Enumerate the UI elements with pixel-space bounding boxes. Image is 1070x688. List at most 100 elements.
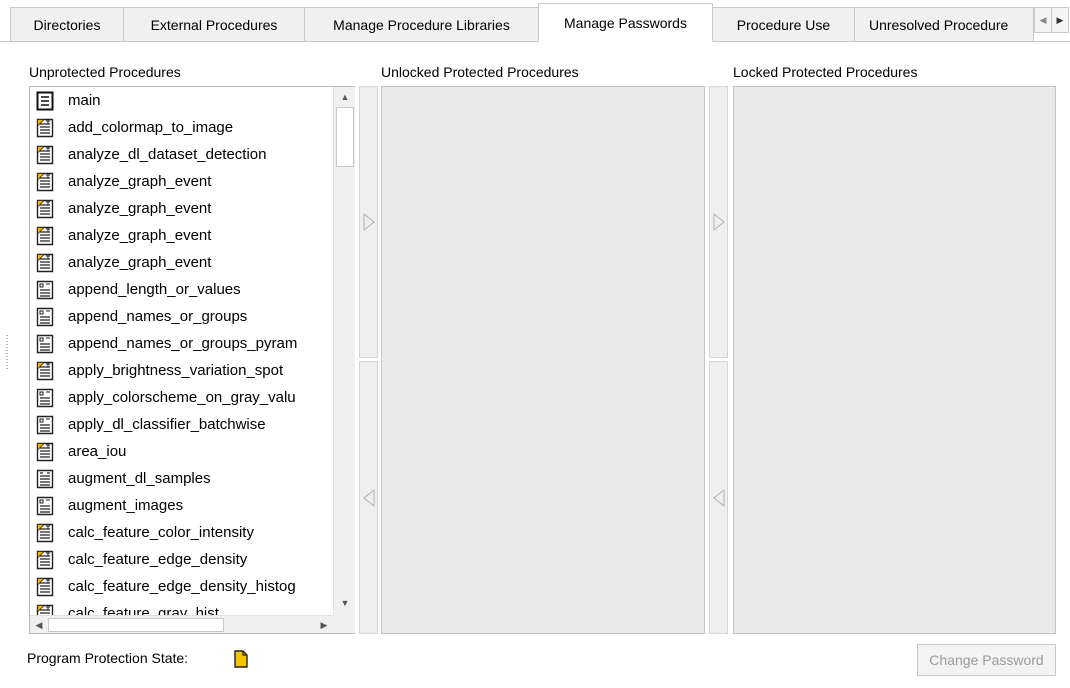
horizontal-scroll-thumb[interactable] bbox=[48, 618, 224, 632]
local-procedure-icon bbox=[36, 145, 68, 165]
tab-procedure-use[interactable]: Procedure Use bbox=[712, 7, 855, 42]
procedure-name: analyze_graph_event bbox=[68, 200, 212, 217]
procedure-name: analyze_graph_event bbox=[68, 227, 212, 244]
tab-manage-passwords[interactable]: Manage Passwords bbox=[538, 3, 713, 42]
tab-label: Directories bbox=[33, 17, 101, 33]
unlocked-protected-procedures-title: Unlocked Protected Procedures bbox=[381, 64, 579, 80]
tab-label: Manage Procedure Libraries bbox=[333, 17, 510, 33]
tab-label: Procedure Use bbox=[736, 17, 831, 33]
procedure-list-item[interactable]: apply_colorscheme_on_gray_valu bbox=[30, 384, 357, 411]
procedure-list-item[interactable]: append_length_or_values bbox=[30, 276, 357, 303]
procedure-name: calc_feature_edge_density bbox=[68, 551, 248, 568]
scroll-up-button[interactable]: ▲ bbox=[334, 87, 356, 107]
procedure-name: calc_feature_color_intensity bbox=[68, 524, 254, 541]
procedure-list-item[interactable]: analyze_graph_event bbox=[30, 222, 357, 249]
procedure-list-viewport: main add_colormap_to_image analyze_dl_data… bbox=[30, 87, 357, 615]
local-procedure-icon bbox=[36, 118, 68, 138]
arrow-left-icon: ◀ bbox=[35, 619, 43, 630]
procedure-name: analyze_dl_dataset_detection bbox=[68, 146, 267, 163]
tab-label: External Procedures bbox=[150, 17, 278, 33]
unprotected-procedures-title: Unprotected Procedures bbox=[29, 64, 181, 80]
external-procedure-icon bbox=[36, 307, 68, 327]
procedure-name: main bbox=[68, 92, 101, 109]
local-procedure-icon bbox=[36, 550, 68, 570]
chevron-left-icon: ◀ bbox=[1039, 14, 1047, 25]
procedure-list-item[interactable]: apply_dl_classifier_batchwise bbox=[30, 411, 357, 438]
external-procedure-icon bbox=[36, 496, 68, 516]
procedure-list-item[interactable]: augment_images bbox=[30, 492, 357, 519]
unprotected-procedures-list[interactable]: main add_colormap_to_image analyze_dl_data… bbox=[29, 86, 355, 634]
procedure-name: area_iou bbox=[68, 443, 127, 460]
procedure-list-item[interactable]: main bbox=[30, 87, 357, 114]
triangle-right-icon bbox=[363, 212, 375, 232]
arrow-right-icon: ▶ bbox=[320, 619, 328, 630]
tab-scroll-left-button[interactable]: ◀ bbox=[1034, 7, 1052, 33]
procedure-list-item[interactable]: calc_feature_gray_hist bbox=[30, 600, 357, 615]
procedure-name: append_names_or_groups_pyram bbox=[68, 335, 298, 352]
change-password-button[interactable]: Change Password bbox=[917, 644, 1056, 676]
library-procedure-icon bbox=[36, 469, 68, 489]
tab-unresolved-procedure[interactable]: Unresolved Procedure bbox=[854, 7, 1034, 42]
procedure-name: apply_colorscheme_on_gray_valu bbox=[68, 389, 296, 406]
external-procedure-icon bbox=[36, 415, 68, 435]
local-procedure-icon bbox=[36, 226, 68, 246]
procedure-name: apply_dl_classifier_batchwise bbox=[68, 416, 266, 433]
tab-manage-procedure-libraries[interactable]: Manage Procedure Libraries bbox=[304, 7, 539, 42]
program-icon bbox=[36, 91, 68, 111]
scroll-down-button[interactable]: ▼ bbox=[334, 593, 356, 613]
external-procedure-icon bbox=[36, 334, 68, 354]
procedure-list-item[interactable]: analyze_graph_event bbox=[30, 168, 357, 195]
locked-protected-procedures-list[interactable] bbox=[733, 86, 1056, 634]
scroll-right-button[interactable]: ▶ bbox=[315, 616, 333, 634]
procedure-list-item[interactable]: analyze_dl_dataset_detection bbox=[30, 141, 357, 168]
procedure-list-item[interactable]: area_iou bbox=[30, 438, 357, 465]
procedure-name: add_colormap_to_image bbox=[68, 119, 234, 136]
lock-move-right-button[interactable] bbox=[709, 86, 728, 358]
procedure-list-item[interactable]: augment_dl_samples bbox=[30, 465, 357, 492]
tab-bar: Directories External Procedures Manage P… bbox=[0, 0, 1070, 42]
triangle-left-icon bbox=[712, 488, 724, 507]
vertical-scrollbar[interactable]: ▲ ▼ bbox=[333, 87, 355, 615]
local-procedure-icon bbox=[36, 604, 68, 615]
vertical-scroll-thumb[interactable] bbox=[336, 107, 354, 167]
program-protection-state-label: Program Protection State: bbox=[27, 650, 189, 666]
local-procedure-icon bbox=[36, 442, 68, 462]
local-procedure-icon bbox=[36, 523, 68, 543]
unlocked-protected-procedures-list[interactable] bbox=[381, 86, 705, 634]
tab-directories[interactable]: Directories bbox=[10, 7, 124, 42]
tab-external-procedures[interactable]: External Procedures bbox=[123, 7, 305, 42]
scroll-corner bbox=[333, 615, 355, 633]
unlock-move-left-button[interactable] bbox=[709, 361, 728, 634]
chevron-right-icon: ▶ bbox=[1056, 14, 1064, 25]
horizontal-scrollbar[interactable]: ◀ ▶ bbox=[30, 615, 333, 633]
procedure-name: append_names_or_groups bbox=[68, 308, 248, 325]
arrow-down-icon: ▼ bbox=[340, 598, 350, 608]
procedure-list-item[interactable]: calc_feature_edge_density_histog bbox=[30, 573, 357, 600]
procedure-name: augment_images bbox=[68, 497, 184, 514]
document-icon bbox=[234, 650, 248, 668]
protect-move-right-button[interactable] bbox=[359, 86, 378, 358]
tab-bar-divider bbox=[0, 41, 1070, 42]
procedure-list-item[interactable]: analyze_graph_event bbox=[30, 249, 357, 276]
procedure-name: analyze_graph_event bbox=[68, 254, 212, 271]
procedure-list-item[interactable]: add_colormap_to_image bbox=[30, 114, 357, 141]
procedure-list-item[interactable]: append_names_or_groups bbox=[30, 303, 357, 330]
tab-label: Unresolved Procedure bbox=[869, 17, 1009, 33]
procedure-list-item[interactable]: calc_feature_edge_density bbox=[30, 546, 357, 573]
arrow-up-icon: ▲ bbox=[340, 92, 350, 102]
local-procedure-icon bbox=[36, 253, 68, 273]
splitter-grip-icon[interactable] bbox=[6, 335, 8, 369]
procedure-list-item[interactable]: apply_brightness_variation_spot bbox=[30, 357, 357, 384]
local-procedure-icon bbox=[36, 361, 68, 381]
procedure-list-item[interactable]: analyze_graph_event bbox=[30, 195, 357, 222]
unprotect-move-left-button[interactable] bbox=[359, 361, 378, 634]
local-procedure-icon bbox=[36, 199, 68, 219]
scroll-left-button[interactable]: ◀ bbox=[30, 616, 48, 634]
triangle-right-icon bbox=[713, 212, 725, 232]
procedure-list-item[interactable]: calc_feature_color_intensity bbox=[30, 519, 357, 546]
procedure-name: append_length_or_values bbox=[68, 281, 241, 298]
local-procedure-icon bbox=[36, 577, 68, 597]
procedure-name: calc_feature_gray_hist bbox=[68, 605, 219, 615]
tab-scroll-right-button[interactable]: ▶ bbox=[1051, 7, 1069, 33]
procedure-list-item[interactable]: append_names_or_groups_pyram bbox=[30, 330, 357, 357]
